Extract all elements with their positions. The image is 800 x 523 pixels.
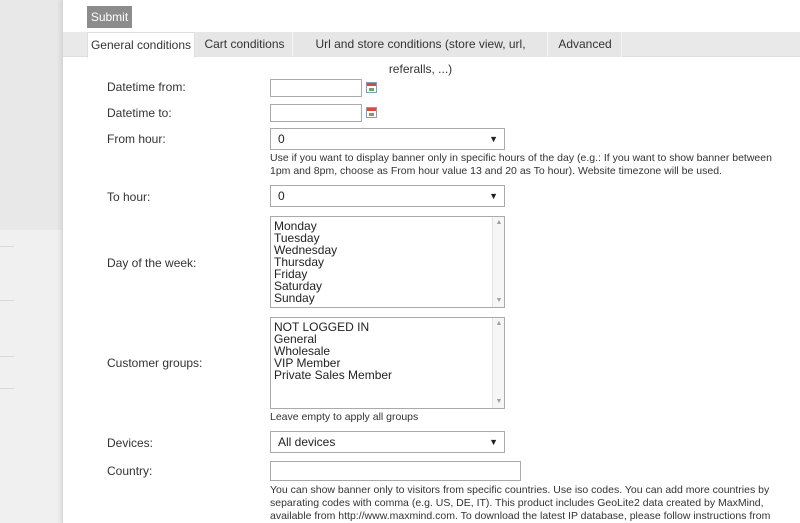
list-item[interactable]: Thursday [274, 256, 504, 268]
customer-groups-multiselect[interactable]: NOT LOGGED IN General Wholesale VIP Memb… [270, 317, 505, 409]
datetime-to-label: Datetime to: [107, 106, 172, 120]
background-panel [0, 0, 62, 230]
tab-strip: General conditions Cart conditions Url a… [63, 32, 800, 76]
list-item[interactable]: Sunday [274, 292, 504, 304]
devices-select[interactable]: All devices ▼ [270, 431, 505, 453]
devices-label: Devices: [107, 436, 154, 450]
from-hour-value: 0 [278, 132, 285, 146]
country-input[interactable] [270, 461, 521, 481]
banner-edit-page: Submit General conditions Cart condition… [62, 0, 800, 523]
to-hour-label: To hour: [107, 190, 151, 204]
customer-groups-note: Leave empty to apply all groups [270, 411, 419, 423]
chevron-down-icon: ▼ [489, 134, 498, 144]
submit-button[interactable]: Submit [87, 6, 132, 28]
background-divider [0, 388, 14, 389]
scrollbar[interactable]: ▲ ▼ [492, 217, 504, 307]
background-divider [0, 300, 14, 301]
datetime-from-label: Datetime from: [107, 80, 186, 94]
chevron-down-icon: ▼ [489, 437, 498, 447]
scroll-down-icon[interactable]: ▼ [493, 295, 505, 307]
country-note: You can show banner only to visitors fro… [270, 484, 771, 522]
tab-advanced[interactable]: Advanced [549, 32, 622, 57]
background-sidebar [0, 0, 62, 523]
scroll-up-icon[interactable]: ▲ [493, 318, 505, 330]
action-bar: Submit [63, 0, 800, 32]
country-label: Country: [107, 464, 153, 478]
background-divider [0, 246, 14, 247]
tab-general-conditions[interactable]: General conditions [87, 32, 195, 58]
list-item[interactable]: Private Sales Member [274, 369, 504, 381]
customer-groups-label: Customer groups: [107, 356, 203, 370]
from-hour-label: From hour: [107, 132, 166, 146]
from-hour-select[interactable]: 0 ▼ [270, 128, 505, 150]
datetime-to-input[interactable] [270, 104, 362, 122]
day-of-week-multiselect[interactable]: Monday Tuesday Wednesday Thursday Friday… [270, 216, 505, 308]
tab-url-store-conditions[interactable]: Url and store conditions (store view, ur… [294, 32, 548, 76]
background-divider [0, 356, 14, 357]
day-of-week-label: Day of the week: [107, 256, 197, 270]
calendar-icon[interactable] [366, 107, 377, 118]
chevron-down-icon: ▼ [489, 191, 498, 201]
tab-cart-conditions[interactable]: Cart conditions [197, 32, 293, 57]
scroll-up-icon[interactable]: ▲ [493, 217, 505, 229]
to-hour-select[interactable]: 0 ▼ [270, 185, 505, 207]
to-hour-value: 0 [278, 189, 285, 203]
datetime-from-input[interactable] [270, 79, 362, 97]
scroll-down-icon[interactable]: ▼ [493, 396, 505, 408]
from-hour-note: Use if you want to display banner only i… [270, 152, 772, 177]
calendar-icon[interactable] [366, 82, 377, 93]
scrollbar[interactable]: ▲ ▼ [492, 318, 504, 408]
devices-value: All devices [278, 435, 336, 449]
